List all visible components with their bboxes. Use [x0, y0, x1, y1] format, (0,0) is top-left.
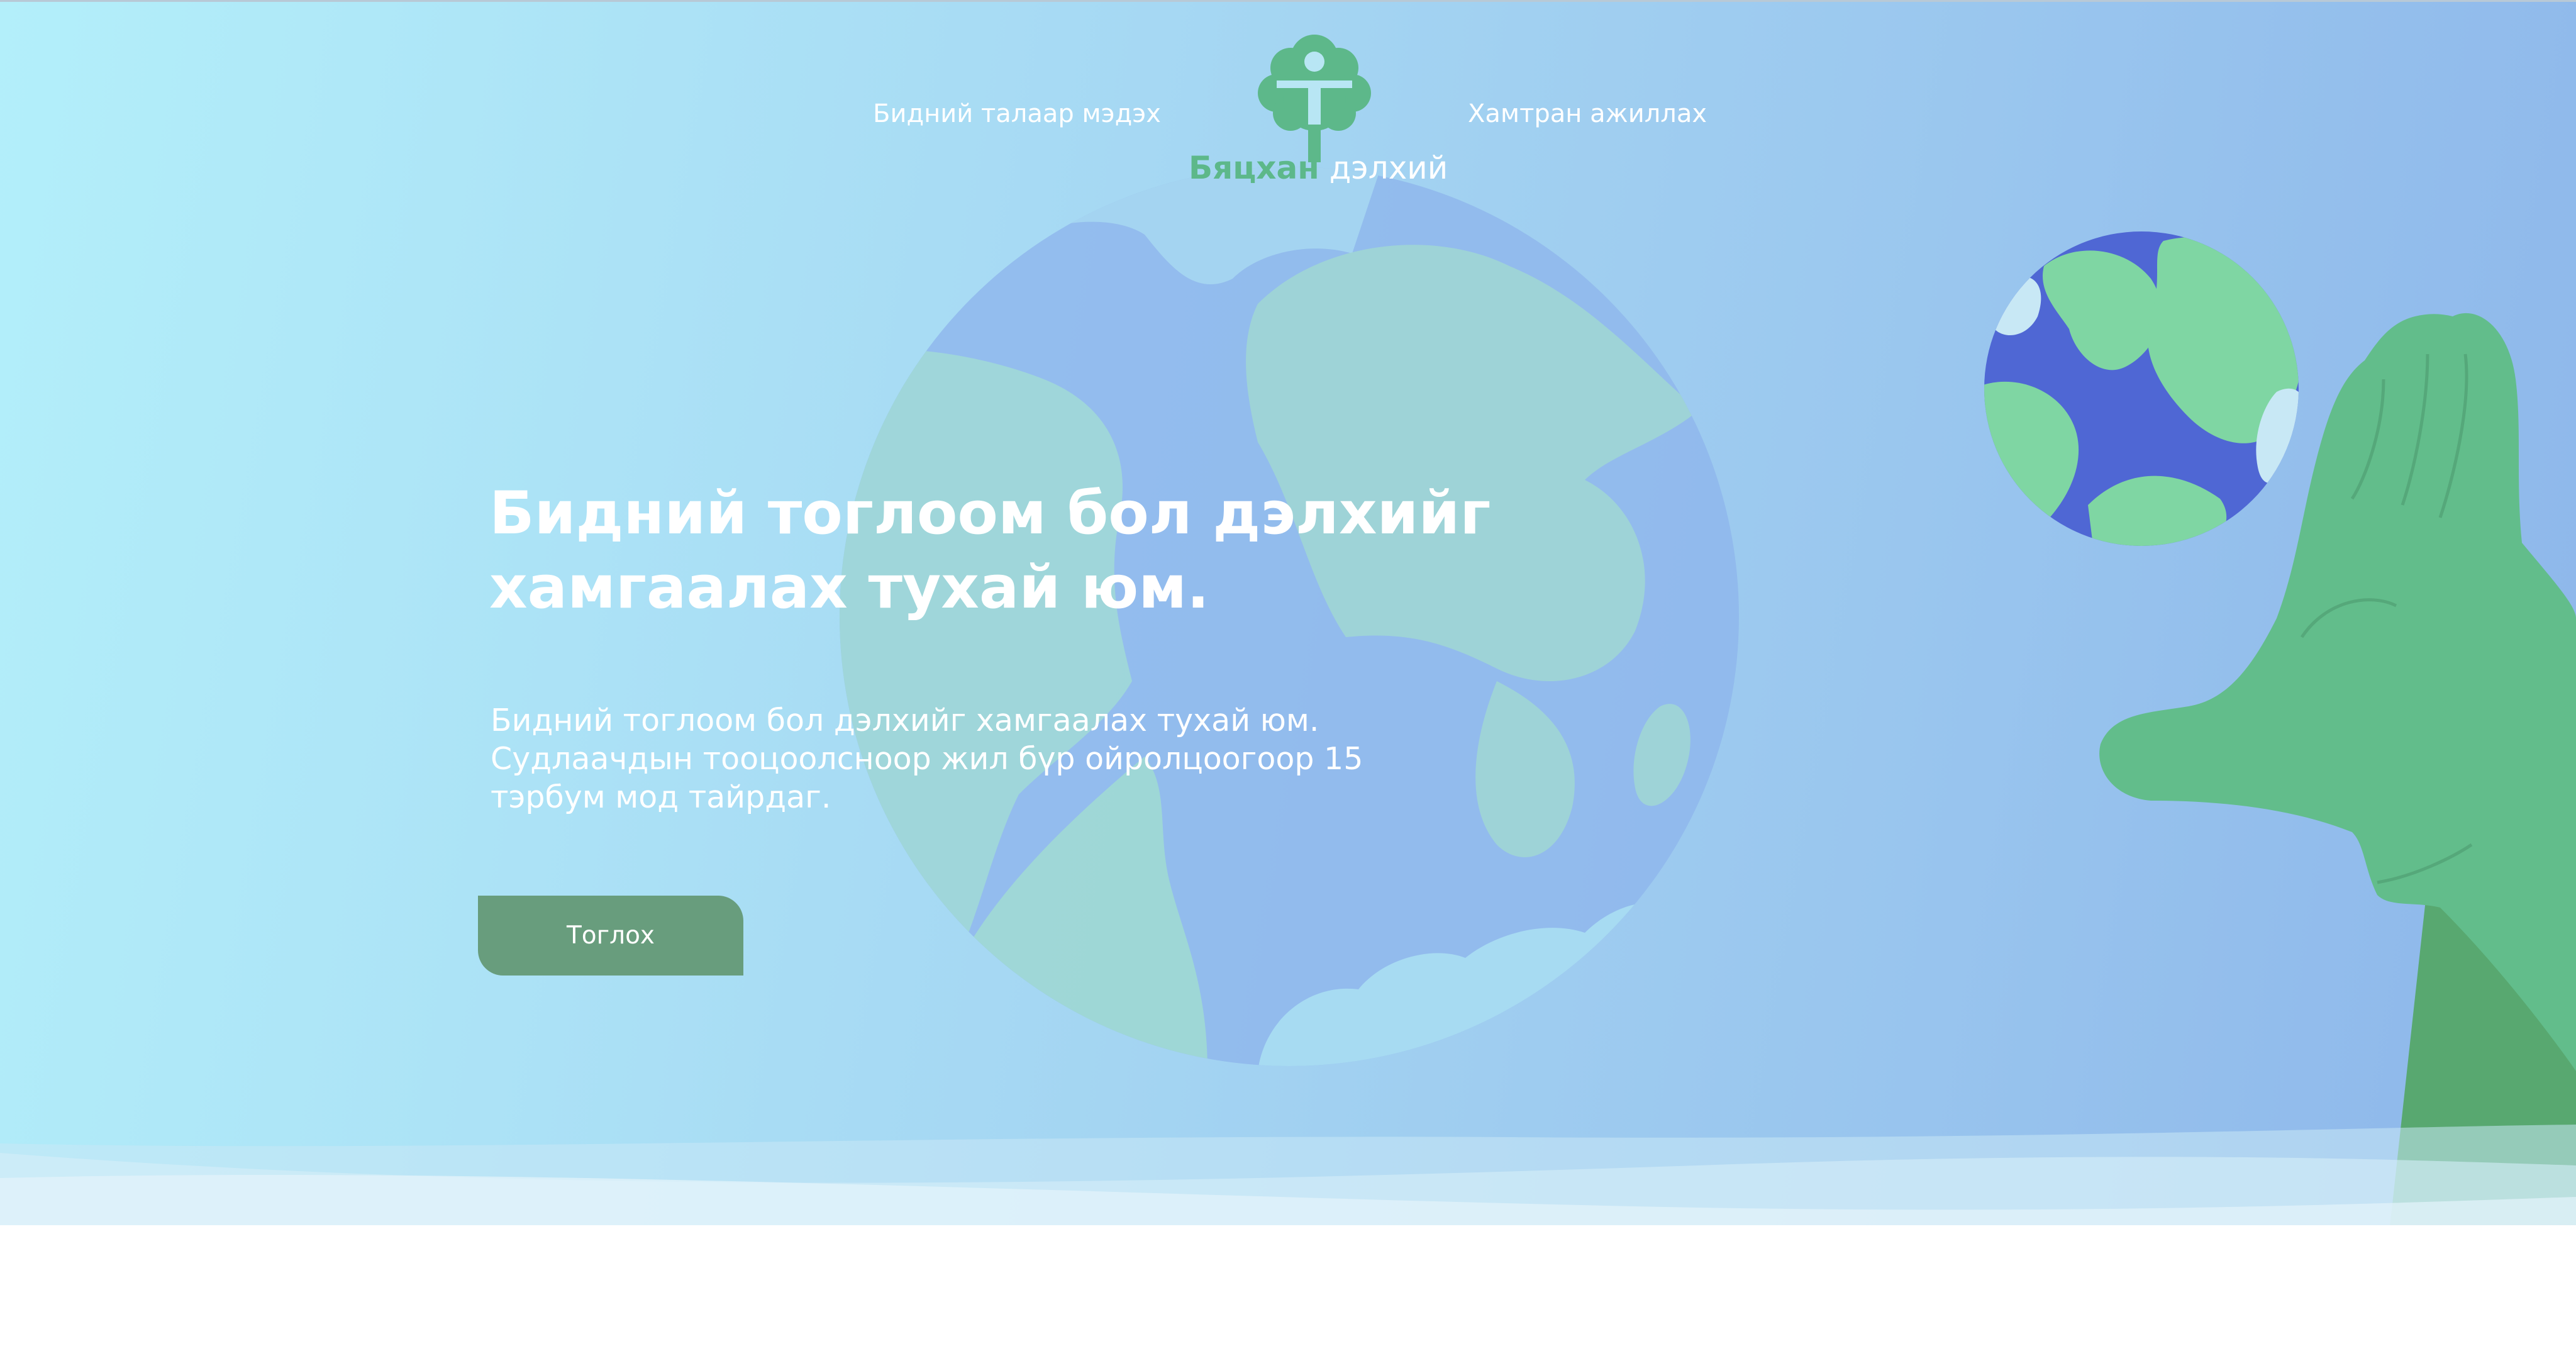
play-button[interactable]: Тоглох — [478, 896, 743, 976]
logo-name-light: дэлхий — [1329, 150, 1448, 186]
nav-partner-link[interactable]: Хамтран ажиллах — [1468, 99, 1707, 128]
hero-headline: Бидний тоглоом бол дэлхийг хамгаалах тух… — [489, 479, 1491, 622]
nav-about-link[interactable]: Бидний талаар мэдэх — [873, 99, 1161, 128]
tree-person-logo-icon — [1258, 35, 1371, 162]
hero-description: Бидний тоглоом бол дэлхийг хамгаалах тух… — [491, 703, 1363, 815]
bottom-waves — [0, 1125, 2576, 1225]
logo-wordmark: Бяцхан дэлхий — [1189, 150, 1448, 186]
hero-section: Бидний талаар мэдэх Бяцхан дэлхий Хамтра… — [0, 0, 2576, 1225]
logo[interactable]: Бяцхан дэлхий — [1189, 30, 1448, 194]
page: Бидний талаар мэдэх Бяцхан дэлхий Хамтра… — [0, 0, 2576, 1351]
small-globe-icon — [1984, 231, 2299, 546]
logo-name-strong: Бяцхан — [1189, 150, 1319, 186]
